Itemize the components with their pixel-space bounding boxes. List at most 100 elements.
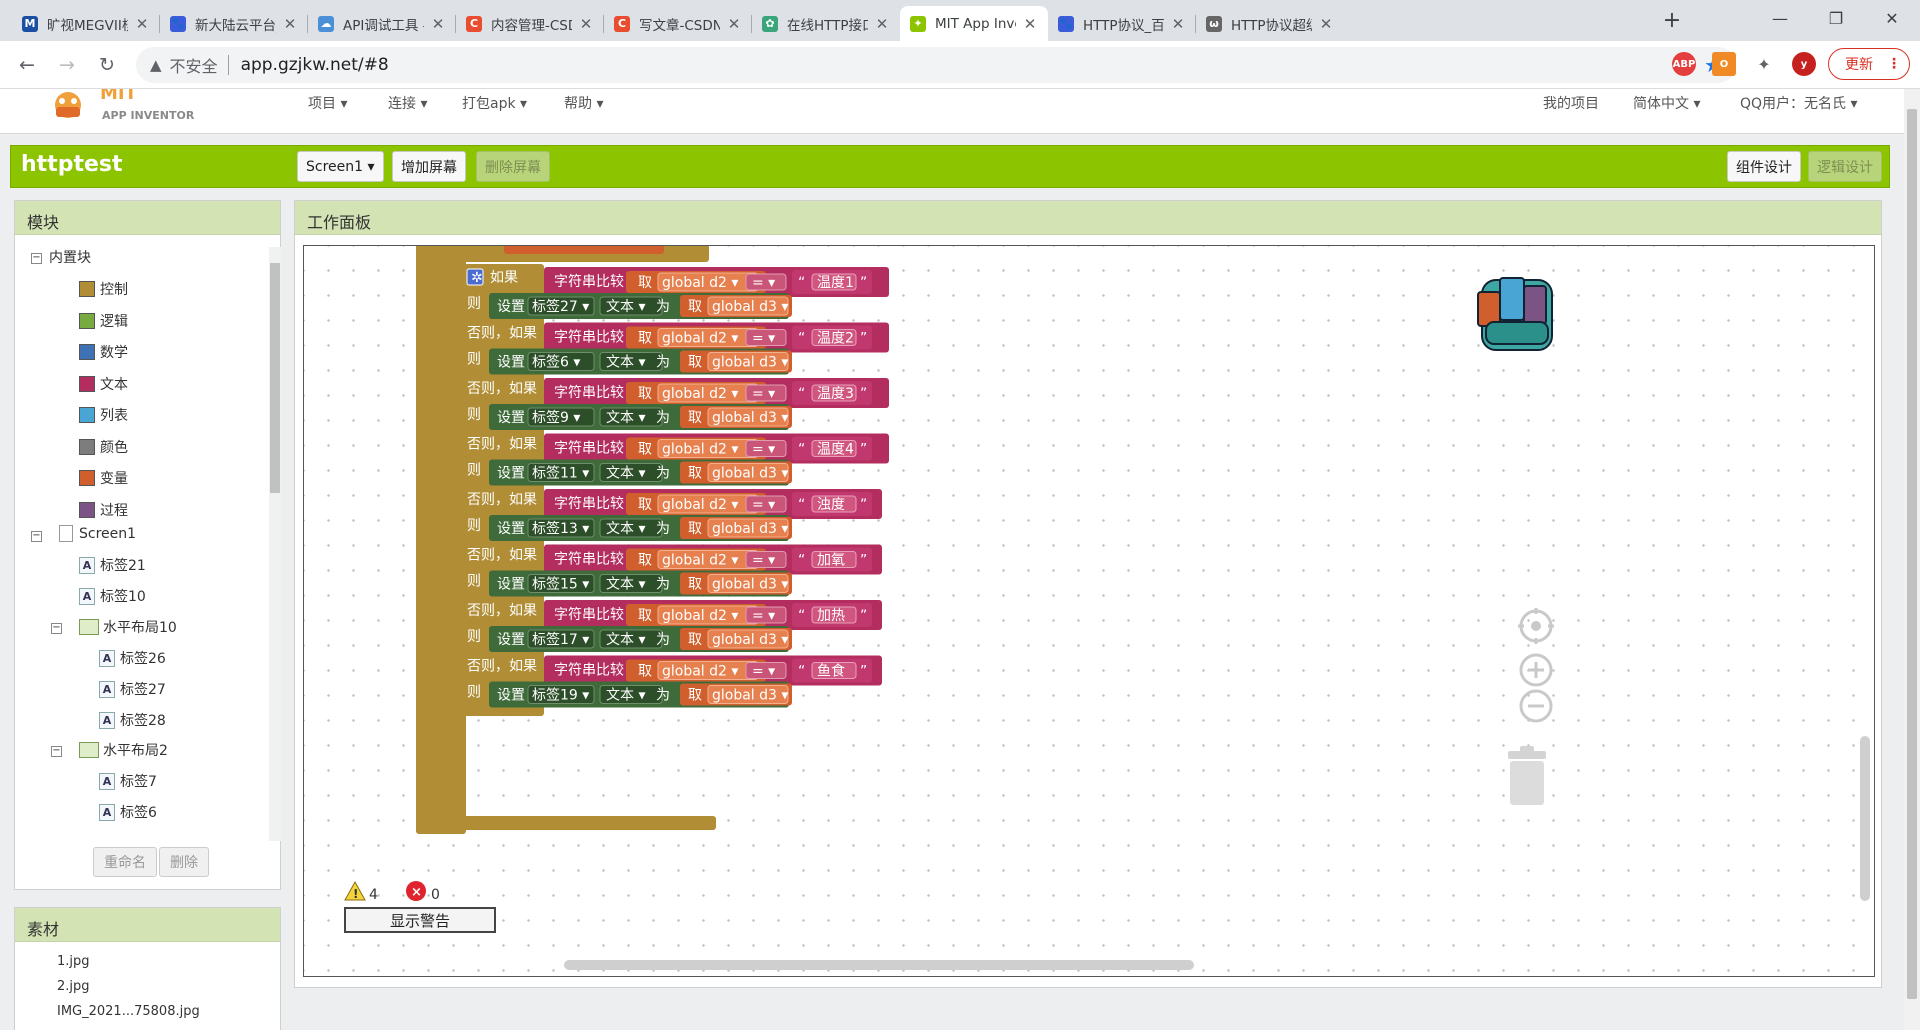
recenter-icon[interactable] xyxy=(1518,608,1554,644)
update-button[interactable]: 更新 ⋮ xyxy=(1828,48,1910,80)
address-bar[interactable]: ▲ 不安全 app.gzjkw.net/#8 ★ xyxy=(136,47,1736,83)
menu-my-projects[interactable]: 我的项目 xyxy=(1543,93,1599,113)
tree-item-category[interactable]: 逻辑 xyxy=(79,311,128,331)
browser-tab[interactable]: C 内容管理-CSDN ✕ xyxy=(456,6,604,41)
collapse-toggle-icon[interactable]: − xyxy=(51,746,62,757)
blocks-tree-scroll-thumb[interactable] xyxy=(270,263,280,493)
add-screen-button[interactable]: 增加屏幕 xyxy=(392,151,466,182)
tab-close-icon[interactable]: ✕ xyxy=(578,15,594,33)
tree-item-component[interactable]: A 标签7 xyxy=(99,771,157,791)
adblock-plus-icon[interactable]: ABP xyxy=(1672,52,1696,76)
browser-tab[interactable]: M 旷视MEGVII核 ✕ xyxy=(12,6,160,41)
blocks-workspace[interactable]: ✲ 如果 字符串比较取 global d2 ▾ = ▾ “温度1” 则设置 标签27 ▾ 文本 … xyxy=(303,245,1875,977)
forward-button[interactable]: → xyxy=(52,50,82,80)
menu-help[interactable]: 帮助 ▾ xyxy=(564,93,603,113)
set-label: 设置 xyxy=(497,688,525,704)
blocks-editor-button[interactable]: 逻辑设计 xyxy=(1808,151,1882,182)
collapse-toggle-icon[interactable]: − xyxy=(31,253,42,264)
workspace-hscrollbar[interactable] xyxy=(564,960,1194,970)
tree-item-category[interactable]: 变量 xyxy=(79,468,128,488)
menu-language[interactable]: 简体中文 ▾ xyxy=(1633,93,1700,113)
tab-close-icon[interactable]: ✕ xyxy=(282,15,298,33)
page-scrollbar-thumb[interactable] xyxy=(1907,109,1917,999)
tree-item-component[interactable]: A 标签21 xyxy=(79,555,146,575)
backpack-icon[interactable] xyxy=(1477,277,1553,351)
tab-close-icon[interactable]: ✕ xyxy=(134,15,150,33)
rename-button[interactable]: 重命名 xyxy=(93,847,157,877)
zoom-in-icon[interactable] xyxy=(1519,653,1553,687)
tree-item-label: 标签21 xyxy=(100,558,146,574)
media-item[interactable]: IMG_2021...75808.jpg xyxy=(57,1004,200,1019)
get-label: 取 xyxy=(638,275,652,291)
menu-dots-icon[interactable]: ⋮ xyxy=(1887,56,1901,72)
tab-title: HTTP协议_百度 xyxy=(1083,17,1164,34)
tab-close-icon[interactable]: ✕ xyxy=(874,15,890,33)
media-item[interactable]: 2.jpg xyxy=(57,979,90,994)
tree-item-component[interactable]: A 标签6 xyxy=(99,802,157,822)
blocks-canvas[interactable]: ✲ 如果 字符串比较取 global d2 ▾ = ▾ “温度1 ”则 设置 标签27 ▾ 文本 … xyxy=(304,246,1875,977)
browser-tab[interactable]: ✿ 在线HTTP接口 ✕ xyxy=(752,6,900,41)
tree-item-category[interactable]: 文本 xyxy=(79,374,128,394)
tree-item-component[interactable]: A 标签27 xyxy=(99,679,166,699)
tree-item-screen1[interactable]: Screen1 xyxy=(59,525,136,542)
mit-logo-icon[interactable]: MIT APP INVENTOR xyxy=(40,89,210,127)
tree-item-builtin[interactable]: 内置块 xyxy=(49,247,91,267)
tab-close-icon[interactable]: ✕ xyxy=(726,15,742,33)
minimize-button[interactable]: — xyxy=(1752,0,1808,41)
menu-connect[interactable]: 连接 ▾ xyxy=(388,93,427,113)
blocks-tree-scrollbar[interactable] xyxy=(269,247,281,841)
zoom-out-icon[interactable] xyxy=(1519,689,1553,723)
tree-item-category[interactable]: 颜色 xyxy=(79,437,128,457)
menu-project[interactable]: 项目 ▾ xyxy=(308,93,347,113)
media-item[interactable]: 1.jpg xyxy=(57,954,90,969)
screen-select[interactable]: Screen1 ▾ xyxy=(297,151,384,182)
back-button[interactable]: ← xyxy=(12,50,42,80)
tab-close-icon[interactable]: ✕ xyxy=(1318,15,1334,33)
tree-item-category[interactable]: 过程 xyxy=(79,500,128,520)
tab-close-icon[interactable]: ✕ xyxy=(1170,15,1186,33)
event-block-edge[interactable] xyxy=(504,246,664,254)
tree-item-component[interactable]: A 标签28 xyxy=(99,710,166,730)
show-warnings-button[interactable]: 显示警告 xyxy=(344,907,496,933)
profile-avatar[interactable]: y xyxy=(1792,52,1816,76)
delete-button[interactable]: 删除 xyxy=(159,847,209,877)
collapse-toggle-icon[interactable]: − xyxy=(31,531,42,542)
puzzle-extensions-icon[interactable]: ✦ xyxy=(1752,52,1776,76)
tree-item-component[interactable]: A 标签10 xyxy=(79,586,146,606)
tree-item-component[interactable]: 水平布局2 xyxy=(79,740,168,760)
menu-build-apk[interactable]: 打包apk ▾ xyxy=(462,93,527,113)
page-scrollbar[interactable] xyxy=(1904,89,1920,1030)
open-quote: “ xyxy=(798,608,805,624)
to-label: 为 xyxy=(656,632,670,648)
new-tab-button[interactable]: + xyxy=(1658,8,1686,36)
workspace-vscrollbar[interactable] xyxy=(1860,736,1870,901)
property-name: 文本 ▾ xyxy=(606,410,645,426)
control-block-frame[interactable] xyxy=(416,246,466,834)
browser-tab[interactable]: ✦ MIT App Inve ✕ xyxy=(900,6,1048,41)
control-block-bottom[interactable] xyxy=(416,816,716,830)
maximize-button[interactable]: ❐ xyxy=(1808,0,1864,41)
browser-tab[interactable]: C 写文章-CSDN ✕ xyxy=(604,6,752,41)
tree-item-category[interactable]: 控制 xyxy=(79,279,128,299)
office-icon[interactable]: O xyxy=(1712,52,1736,76)
tab-close-icon[interactable]: ✕ xyxy=(430,15,446,33)
insecure-label[interactable]: 不安全 xyxy=(170,53,218,77)
browser-tab[interactable]: ☁ API调试工具 - ✕ xyxy=(308,6,456,41)
browser-tab[interactable]: ω HTTP协议超级 ✕ xyxy=(1196,6,1344,41)
reload-button[interactable]: ↻ xyxy=(92,50,122,80)
url-text[interactable]: app.gzjkw.net/#8 xyxy=(241,55,389,75)
tab-close-icon[interactable]: ✕ xyxy=(1022,15,1038,33)
tree-item-component[interactable]: A 标签26 xyxy=(99,648,166,668)
tree-item-category[interactable]: 列表 xyxy=(79,405,128,425)
get-label: 取 xyxy=(638,497,652,513)
browser-tab[interactable]: 🐾 新大陆云平台_1 ✕ xyxy=(160,6,308,41)
tree-item-component[interactable]: 水平布局10 xyxy=(79,617,177,637)
browser-tab[interactable]: 🐾 HTTP协议_百度 ✕ xyxy=(1048,6,1196,41)
remove-screen-button[interactable]: 删除屏幕 xyxy=(476,151,550,182)
menu-user[interactable]: QQ用户：无名氏 ▾ xyxy=(1740,93,1858,113)
close-window-button[interactable]: ✕ xyxy=(1864,0,1920,41)
collapse-toggle-icon[interactable]: − xyxy=(51,623,62,634)
trash-icon[interactable] xyxy=(1508,746,1546,805)
designer-button[interactable]: 组件设计 xyxy=(1727,151,1801,182)
tree-item-category[interactable]: 数学 xyxy=(79,342,128,362)
